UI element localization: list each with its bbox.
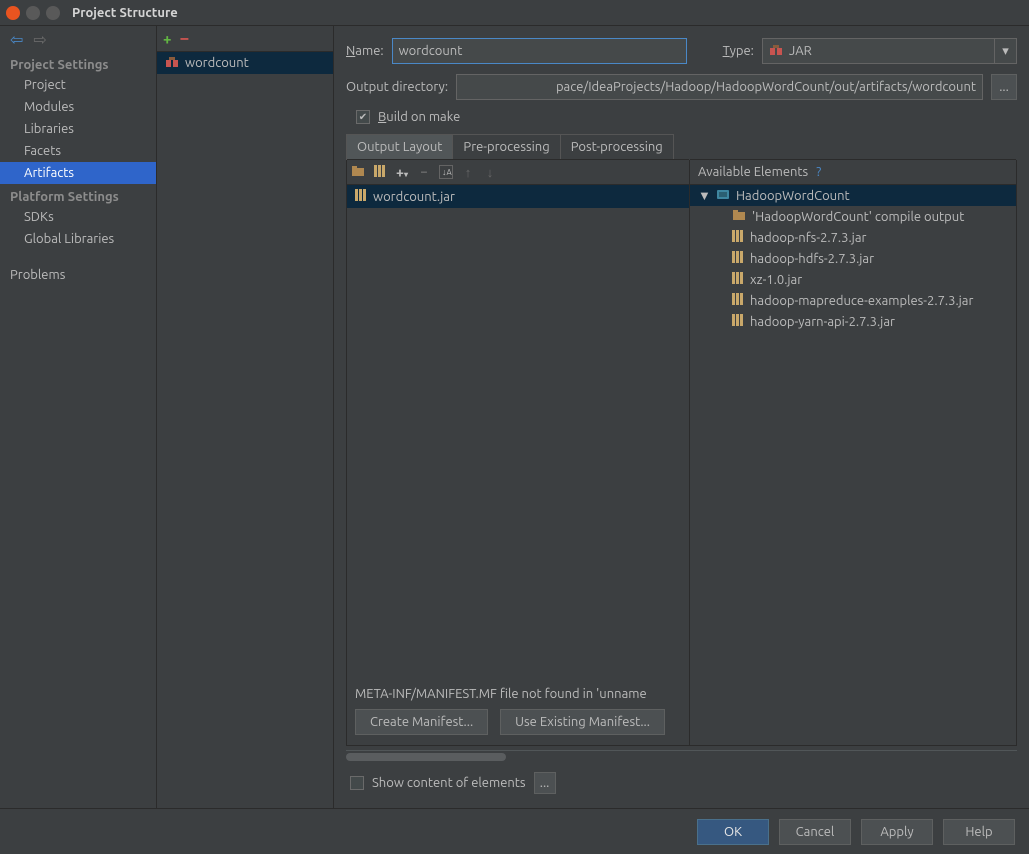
manifest-warning: META-INF/MANIFEST.MF file not found in '…	[347, 679, 689, 709]
window-close-icon[interactable]	[6, 6, 20, 20]
window-title: Project Structure	[72, 6, 178, 20]
create-manifest-button[interactable]: Create Manifest...	[355, 709, 488, 735]
available-root-label: HadoopWordCount	[736, 189, 850, 203]
chevron-down-icon: ▾	[994, 39, 1016, 63]
sidebar: ⇦ ⇨ Project Settings Project Modules Lib…	[0, 26, 157, 808]
sidebar-item-global-libraries[interactable]: Global Libraries	[0, 228, 156, 250]
artifact-list-item[interactable]: wordcount	[157, 52, 333, 74]
jar-file-icon	[355, 188, 367, 205]
available-root-item[interactable]: ▼ HadoopWordCount	[690, 185, 1016, 206]
artifact-detail-panel: Name: Type: JAR ▾ Output directory: ... …	[334, 26, 1029, 808]
jar-item-label: wordcount.jar	[373, 190, 455, 204]
available-item-label: hadoop-yarn-api-2.7.3.jar	[750, 315, 895, 329]
artifact-item-label: wordcount	[185, 56, 249, 70]
add-copy-icon[interactable]: +▾	[395, 164, 409, 180]
available-item-label: xz-1.0.jar	[750, 273, 802, 287]
tab-pre-processing[interactable]: Pre-processing	[453, 135, 560, 159]
nav-back-icon[interactable]: ⇦	[10, 30, 23, 49]
library-jar-icon	[732, 292, 744, 309]
available-item[interactable]: hadoop-hdfs-2.7.3.jar	[690, 248, 1016, 269]
build-on-make-checkbox[interactable]: ✔	[356, 110, 370, 124]
available-item-label: hadoop-mapreduce-examples-2.7.3.jar	[750, 294, 973, 308]
available-item[interactable]: xz-1.0.jar	[690, 269, 1016, 290]
type-value: JAR	[789, 44, 812, 58]
add-artifact-icon[interactable]: +	[163, 30, 171, 47]
tree-expand-icon[interactable]: ▼	[698, 188, 710, 203]
move-up-icon: ↑	[461, 165, 475, 180]
dialog-footer: OK Cancel Apply Help	[0, 808, 1029, 854]
cancel-button[interactable]: Cancel	[779, 819, 851, 845]
remove-item-icon[interactable]: −	[417, 165, 431, 179]
available-item[interactable]: hadoop-mapreduce-examples-2.7.3.jar	[690, 290, 1016, 311]
show-content-browse-button[interactable]: ...	[534, 772, 556, 794]
output-dir-label: Output directory:	[346, 80, 448, 94]
name-label: Name:	[346, 44, 384, 58]
available-elements-tree[interactable]: ▼ HadoopWordCount 'HadoopWordCount' comp…	[690, 185, 1016, 745]
show-content-label: Show content of elements	[372, 776, 526, 790]
apply-button[interactable]: Apply	[861, 819, 933, 845]
jar-type-icon	[769, 44, 783, 58]
section-platform-settings: Platform Settings	[0, 184, 156, 206]
move-down-icon: ↓	[483, 165, 497, 180]
artifact-icon	[165, 56, 179, 70]
library-jar-icon	[732, 313, 744, 330]
output-dir-input[interactable]	[456, 74, 983, 100]
library-jar-icon	[732, 229, 744, 246]
available-item-label: 'HadoopWordCount' compile output	[752, 210, 964, 224]
help-icon[interactable]: ?	[816, 165, 821, 179]
add-jar-icon[interactable]	[373, 164, 387, 181]
ok-button[interactable]: OK	[697, 819, 769, 845]
sidebar-item-project[interactable]: Project	[0, 74, 156, 96]
available-elements-header: Available Elements	[698, 165, 808, 179]
remove-artifact-icon[interactable]: −	[179, 29, 189, 48]
type-dropdown[interactable]: JAR ▾	[762, 38, 1017, 64]
name-input[interactable]	[392, 38, 687, 64]
available-item-label: hadoop-hdfs-2.7.3.jar	[750, 252, 874, 266]
build-on-make-label: Build on make	[378, 110, 460, 124]
sidebar-item-problems[interactable]: Problems	[0, 264, 156, 286]
sort-icon[interactable]: ↓A	[439, 165, 453, 179]
sidebar-item-sdks[interactable]: SDKs	[0, 206, 156, 228]
help-button[interactable]: Help	[943, 819, 1015, 845]
new-folder-icon[interactable]	[351, 164, 365, 181]
tab-output-layout[interactable]: Output Layout	[347, 135, 453, 159]
sidebar-item-facets[interactable]: Facets	[0, 140, 156, 162]
nav-forward-icon: ⇨	[33, 30, 46, 49]
section-project-settings: Project Settings	[0, 52, 156, 74]
browse-output-button[interactable]: ...	[991, 74, 1017, 100]
available-item[interactable]: hadoop-nfs-2.7.3.jar	[690, 227, 1016, 248]
library-jar-icon	[732, 271, 744, 288]
sidebar-item-modules[interactable]: Modules	[0, 96, 156, 118]
jar-tree-item[interactable]: wordcount.jar	[347, 185, 689, 208]
module-icon	[716, 187, 730, 204]
use-existing-manifest-button[interactable]: Use Existing Manifest...	[500, 709, 665, 735]
available-item-label: hadoop-nfs-2.7.3.jar	[750, 231, 866, 245]
layout-tabs: Output Layout Pre-processing Post-proces…	[346, 134, 674, 160]
available-item[interactable]: 'HadoopWordCount' compile output	[690, 206, 1016, 227]
horizontal-scrollbar[interactable]	[346, 750, 1017, 762]
type-label: Type:	[723, 44, 754, 58]
sidebar-item-libraries[interactable]: Libraries	[0, 118, 156, 140]
window-maximize-icon[interactable]	[46, 6, 60, 20]
layout-toolbar: +▾ − ↓A ↑ ↓	[347, 159, 689, 185]
library-jar-icon	[732, 250, 744, 267]
scrollbar-thumb[interactable]	[346, 753, 506, 761]
titlebar: Project Structure	[0, 0, 1029, 26]
window-minimize-icon[interactable]	[26, 6, 40, 20]
show-content-checkbox[interactable]: ✔	[350, 776, 364, 790]
artifact-list-panel: + − wordcount	[157, 26, 334, 808]
compile-output-icon	[732, 208, 746, 225]
tab-post-processing[interactable]: Post-processing	[561, 135, 673, 159]
output-layout-tree[interactable]: wordcount.jar	[347, 185, 689, 679]
sidebar-item-artifacts[interactable]: Artifacts	[0, 162, 156, 184]
available-item[interactable]: hadoop-yarn-api-2.7.3.jar	[690, 311, 1016, 332]
